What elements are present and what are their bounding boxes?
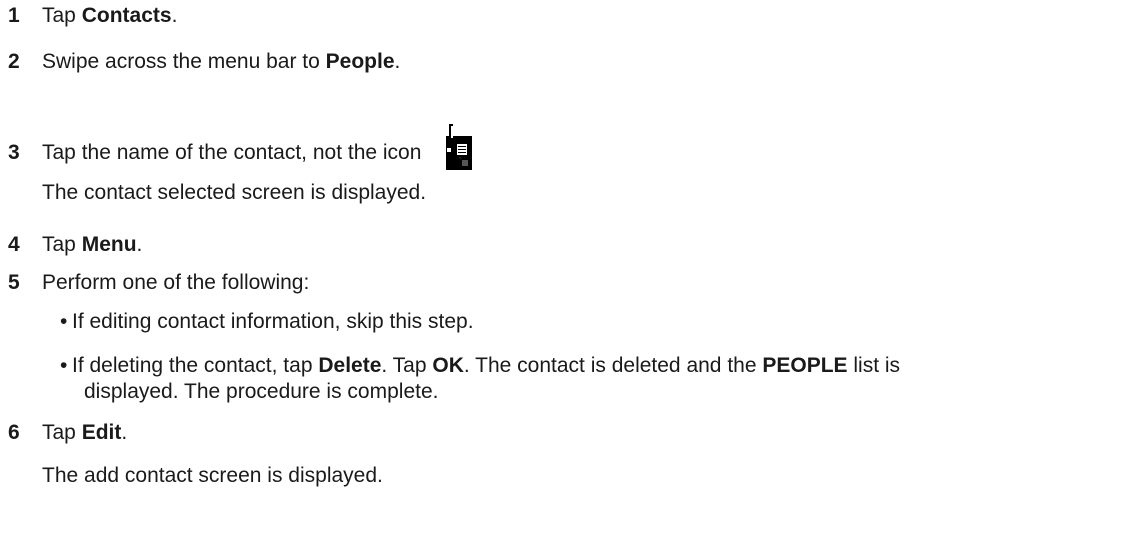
bullet-text-plain: If deleting the contact, tap [72, 354, 319, 377]
bullet-text-plain: . Tap [381, 354, 433, 377]
step-number: 6 [8, 421, 20, 444]
ui-term-contacts: Contacts [81, 4, 172, 27]
step-text: Tap Contacts. [42, 3, 177, 29]
bullet-item-edit: • If editing contact information, skip t… [60, 309, 474, 335]
step-text-plain: Tap [42, 233, 82, 256]
step-number: 3 [8, 141, 20, 164]
bullet-text: If deleting the contact, tap Delete. Tap… [72, 354, 900, 377]
step-text: Tap Edit. [42, 420, 127, 446]
bullet-dot: • [60, 354, 68, 377]
step-number: 5 [8, 271, 20, 294]
bullet-dot: • [60, 310, 68, 333]
step-text-plain: . [121, 421, 128, 444]
step-text: Swipe across the menu bar to People. [42, 49, 400, 75]
bullet-text: If editing contact information, skip thi… [72, 310, 474, 333]
step-number: 4 [8, 233, 20, 256]
step-3-result: The contact selected screen is displayed… [42, 181, 427, 204]
ui-term-delete: Delete [318, 354, 382, 377]
ui-term-people-list: PEOPLE [762, 354, 848, 377]
bullet-text-line2: displayed. The procedure is complete. [84, 380, 439, 403]
step-text: Tap the name of the contact, not the ico… [42, 140, 463, 166]
bullet-text-plain: . The contact is deleted and the [463, 354, 763, 377]
step-text-plain: Tap [42, 421, 82, 444]
step-text-plain: . [171, 4, 178, 27]
ui-term-people: People [325, 50, 395, 73]
step-text-plain: . [394, 50, 401, 73]
bullet-text-plain: list is [847, 354, 901, 377]
step-number: 2 [8, 50, 20, 73]
step-text-plain: Tap the name of the contact, not the ico… [42, 141, 422, 164]
step-number: 1 [8, 4, 20, 27]
step-text: Perform one of the following: [42, 271, 310, 294]
step-text: Tap Menu. [42, 232, 142, 258]
step-text-plain: . [451, 141, 464, 164]
bullet-item-delete: • If deleting the contact, tap Delete. T… [60, 353, 900, 379]
step-text-plain: . [136, 233, 143, 256]
step-6-result: The add contact screen is displayed. [42, 464, 383, 487]
ui-term-ok: OK [432, 354, 464, 377]
ui-term-menu: Menu [81, 233, 137, 256]
step-text-plain: Swipe across the menu bar to [42, 50, 326, 73]
ui-term-edit: Edit [81, 421, 122, 444]
step-text-plain: Tap [42, 4, 82, 27]
